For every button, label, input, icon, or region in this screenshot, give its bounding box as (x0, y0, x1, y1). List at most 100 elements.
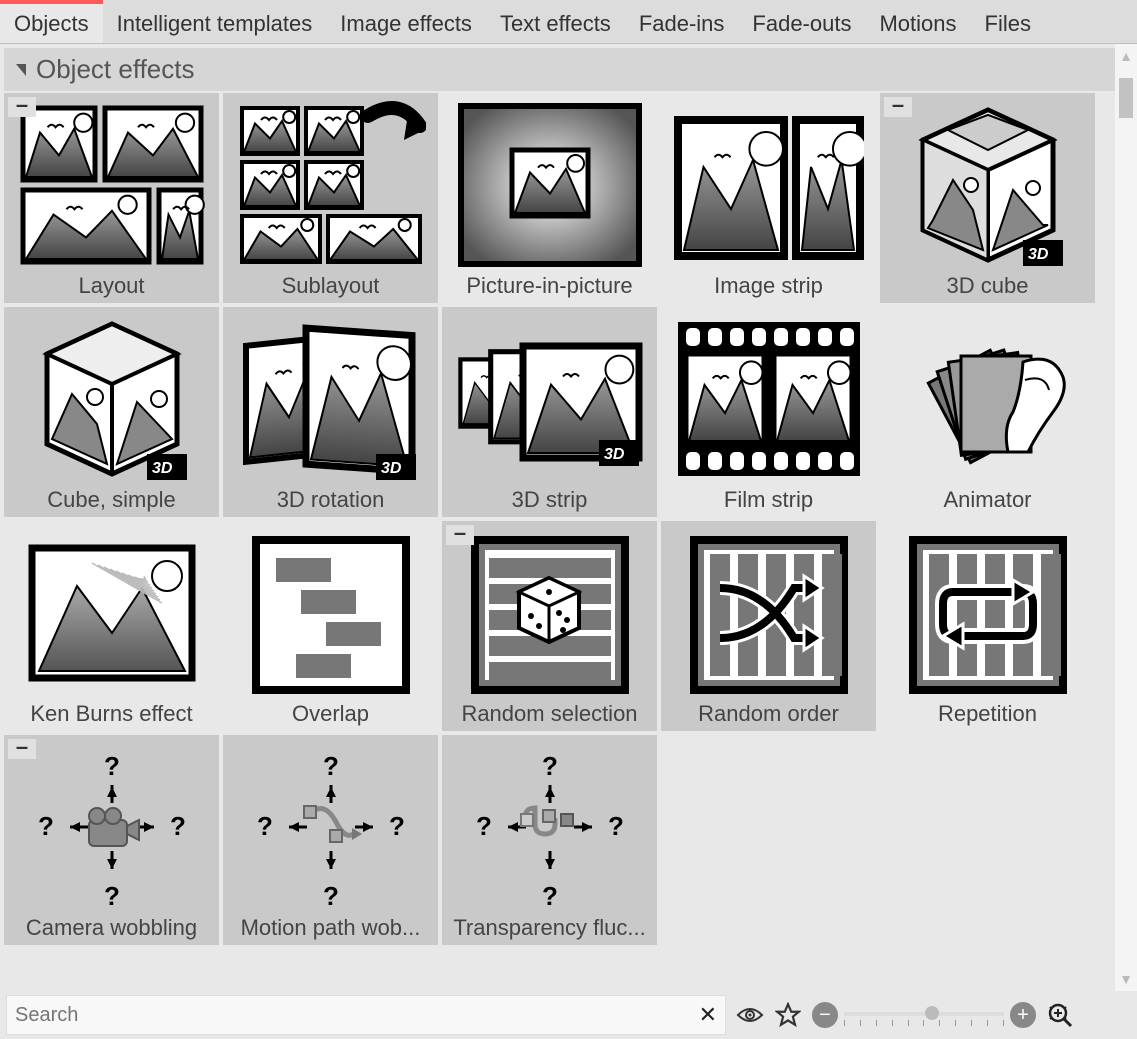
svg-text:3D: 3D (604, 446, 625, 463)
section-header-object-effects[interactable]: Object effects (4, 48, 1133, 91)
effect-thumbnail: 3D (236, 313, 426, 485)
effect-label: Random order (698, 701, 839, 727)
effect-thumbnail (455, 527, 645, 699)
tab-intelligent-templates[interactable]: Intelligent templates (103, 0, 327, 43)
tab-fade-ins[interactable]: Fade-ins (625, 0, 739, 43)
effect-thumbnail (674, 99, 864, 271)
effect-thumbnail (455, 99, 645, 271)
svg-text:3D: 3D (1028, 246, 1049, 263)
effect-thumbnail: ? ? ? ? (17, 741, 207, 913)
svg-text:?: ? (323, 751, 339, 781)
collapse-minus-icon[interactable]: – (8, 97, 36, 117)
effect-label: 3D rotation (277, 487, 385, 513)
scroll-handle[interactable] (1119, 78, 1133, 118)
effect-film-strip[interactable]: Film strip (661, 307, 876, 517)
svg-text:?: ? (542, 751, 558, 781)
effect-label: Picture-in-picture (466, 273, 632, 299)
effect-thumbnail (674, 313, 864, 485)
vertical-scrollbar[interactable]: ▲ ▼ (1115, 44, 1137, 991)
collapse-triangle-icon (16, 64, 26, 76)
effect-label: Motion path wob... (241, 915, 421, 941)
zoom-slider-knob[interactable] (925, 1006, 939, 1020)
zoom-in-button[interactable]: + (1010, 1002, 1036, 1028)
collapse-minus-icon[interactable]: – (884, 97, 912, 117)
effect-thumbnail (893, 313, 1083, 485)
effect-thumbnail (893, 527, 1083, 699)
effect-thumbnail (674, 527, 864, 699)
effect-label: Overlap (292, 701, 369, 727)
svg-text:?: ? (323, 881, 339, 911)
effect-transparency-fluc[interactable]: ? ? ? ? Transparency fluc... (442, 735, 657, 945)
effect-label: Animator (943, 487, 1031, 513)
effect-ken-burns-effect[interactable]: Ken Burns effect (4, 521, 219, 731)
effect-picture-in-picture[interactable]: Picture-in-picture (442, 93, 657, 303)
effect-3d-rotation[interactable]: 3D 3D rotation (223, 307, 438, 517)
zoom-fit-icon[interactable] (1046, 1001, 1074, 1029)
effect-label: Sublayout (282, 273, 380, 299)
effect-thumbnail: 3D (455, 313, 645, 485)
svg-text:?: ? (542, 881, 558, 911)
collapse-minus-icon[interactable]: – (446, 525, 474, 545)
effect-3d-strip[interactable]: 3D 3D strip (442, 307, 657, 517)
effect-thumbnail (236, 99, 426, 271)
effect-sublayout[interactable]: Sublayout (223, 93, 438, 303)
tab-motions[interactable]: Motions (865, 0, 970, 43)
tab-objects[interactable]: Objects (0, 0, 103, 43)
effect-overlap[interactable]: Overlap (223, 521, 438, 731)
clear-search-icon[interactable]: ✕ (699, 1002, 717, 1028)
effect-label: 3D strip (512, 487, 588, 513)
effect-thumbnail: ? ? ? ? (455, 741, 645, 913)
effect-layout[interactable]: – Layout (4, 93, 219, 303)
effect-thumbnail (17, 527, 207, 699)
effect-3d-cube[interactable]: – 3D 3D cube (880, 93, 1095, 303)
effect-label: Cube, simple (47, 487, 175, 513)
effect-label: 3D cube (947, 273, 1029, 299)
scroll-down-icon[interactable]: ▼ (1119, 971, 1133, 987)
effect-random-order[interactable]: Random order (661, 521, 876, 731)
tab-bar: ObjectsIntelligent templatesImage effect… (0, 0, 1137, 44)
collapse-minus-icon[interactable]: – (8, 739, 36, 759)
effects-grid: – Layout Sublayo (4, 93, 1133, 945)
svg-text:?: ? (104, 751, 120, 781)
effect-label: Film strip (724, 487, 813, 513)
effects-grid-wrap: – Layout Sublayo (0, 93, 1137, 992)
effect-thumbnail: 3D (893, 99, 1083, 271)
effect-label: Repetition (938, 701, 1037, 727)
svg-text:?: ? (170, 811, 186, 841)
search-box[interactable]: ✕ (6, 995, 726, 1035)
section-title: Object effects (36, 54, 195, 85)
svg-text:?: ? (476, 811, 492, 841)
scroll-up-icon[interactable]: ▲ (1119, 48, 1133, 64)
tab-fade-outs[interactable]: Fade-outs (738, 0, 865, 43)
effect-image-strip[interactable]: Image strip (661, 93, 876, 303)
svg-text:?: ? (257, 811, 273, 841)
effect-thumbnail: 3D (17, 313, 207, 485)
star-icon[interactable] (774, 1001, 802, 1029)
tab-image-effects[interactable]: Image effects (326, 0, 486, 43)
effect-label: Layout (78, 273, 144, 299)
svg-text:3D: 3D (152, 460, 173, 477)
tab-text-effects[interactable]: Text effects (486, 0, 625, 43)
effect-random-selection[interactable]: – Random selection (442, 521, 657, 731)
tab-files[interactable]: Files (971, 0, 1045, 43)
eye-icon[interactable] (736, 1001, 764, 1029)
svg-text:?: ? (608, 811, 624, 841)
zoom-slider[interactable] (844, 1004, 1004, 1026)
svg-text:3D: 3D (381, 460, 402, 477)
effect-motion-path-wob[interactable]: ? ? ? ? Motion path wob... (223, 735, 438, 945)
effect-thumbnail (17, 99, 207, 271)
effect-label: Camera wobbling (26, 915, 197, 941)
svg-text:?: ? (389, 811, 405, 841)
effect-label: Transparency fluc... (453, 915, 645, 941)
effect-cube-simple[interactable]: 3D Cube, simple (4, 307, 219, 517)
zoom-control: − + (812, 1002, 1036, 1028)
search-input[interactable] (15, 1004, 699, 1027)
footer-bar: ✕ − + (0, 991, 1137, 1039)
effect-camera-wobbling[interactable]: – ? ? ? ? Camera wobbling (4, 735, 219, 945)
effect-repetition[interactable]: Repetition (880, 521, 1095, 731)
zoom-out-button[interactable]: − (812, 1002, 838, 1028)
scroll-track[interactable] (1119, 68, 1133, 967)
effect-label: Image strip (714, 273, 823, 299)
effect-animator[interactable]: Animator (880, 307, 1095, 517)
effect-thumbnail (236, 527, 426, 699)
